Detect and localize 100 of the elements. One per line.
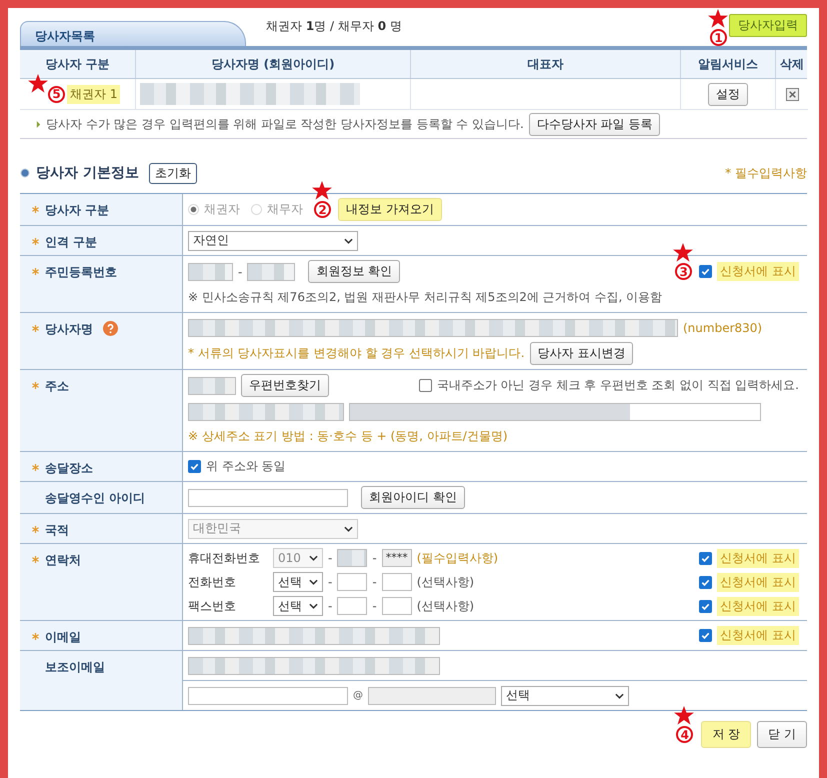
verify-member-button[interactable]: 회원정보 확인 xyxy=(308,260,400,283)
star-icon xyxy=(708,9,728,28)
input-field[interactable] xyxy=(382,597,412,615)
column-header: 삭제 xyxy=(780,56,804,72)
field-label: 당사자 구분 xyxy=(45,202,110,219)
dropdown[interactable]: 자연인 xyxy=(188,230,358,250)
dash: - xyxy=(238,264,242,278)
hint-text: (선택사항) xyxy=(416,598,474,614)
field-label: 송달영수인 아이디 xyxy=(45,490,146,507)
change-display-button[interactable]: 당사자 표시변경 xyxy=(530,342,634,365)
caret-icon xyxy=(309,555,318,561)
checkbox-label: 신청서에 표시 xyxy=(717,626,799,645)
caret-icon xyxy=(344,526,353,532)
at-sign: @ xyxy=(353,690,363,701)
checkbox[interactable] xyxy=(699,600,712,612)
reset-button[interactable]: 초기화 xyxy=(148,162,197,184)
checkbox[interactable] xyxy=(418,379,432,392)
checkbox-label: 신청서에 표시 xyxy=(717,548,799,568)
dropdown[interactable]: 선택 xyxy=(273,596,323,616)
field-label: 주민등록번호 xyxy=(45,264,117,281)
delete-icon[interactable] xyxy=(786,88,798,100)
input-field[interactable] xyxy=(188,686,348,704)
action-button[interactable]: 닫 기 xyxy=(757,721,807,748)
settings-button[interactable]: 설정 xyxy=(708,82,748,106)
file-upload-button[interactable]: 다수당사자 파일 등록 xyxy=(528,112,660,136)
zip-search-button[interactable]: 우편번호찾기 xyxy=(241,374,329,397)
arrow-icon xyxy=(36,120,41,128)
radio-label: 채무자 xyxy=(267,201,303,218)
dash: - xyxy=(328,551,332,565)
checkbox-label: 신청서에 표시 xyxy=(717,262,799,281)
tab[interactable]: 당사자목록 xyxy=(20,21,246,46)
column-header: 알림서비스 xyxy=(698,56,758,72)
phone-label: 전화번호 xyxy=(188,574,237,590)
star-icon xyxy=(28,74,48,92)
hint-text: * 서류의 당사자표시를 변경해야 할 경우 선택하시기 바랍니다. xyxy=(188,345,525,362)
input-field[interactable] xyxy=(188,626,440,644)
field-label: 인격 구분 xyxy=(45,234,98,251)
member-id: (number830) xyxy=(683,320,762,334)
star-icon xyxy=(674,706,694,725)
dash: - xyxy=(372,551,377,565)
section-title: 당사자 기본정보 xyxy=(36,164,139,182)
input-field[interactable] xyxy=(349,402,761,420)
input-field[interactable] xyxy=(188,656,440,674)
column-header: 당사자명 (회원아이디) xyxy=(211,56,335,72)
checkbox-label: 신청서에 표시 xyxy=(717,596,799,616)
column-header: 당사자 구분 xyxy=(45,56,110,72)
hint-text: ※ 상세주소 표기 방법 : 동·호수 등 + (동명, 아파트/건물명) xyxy=(188,428,508,445)
phone-label: 팩스번호 xyxy=(188,598,237,614)
dash: - xyxy=(328,599,332,613)
hint-text: (필수입력사항) xyxy=(416,550,498,566)
star-icon xyxy=(673,243,694,262)
input-field[interactable] xyxy=(247,262,296,280)
phone-label: 휴대전화번호 xyxy=(188,550,261,566)
add-party-button[interactable]: 당사자입력 xyxy=(729,14,807,37)
input-field[interactable] xyxy=(188,488,348,506)
verify-id-button[interactable]: 회원아이디 확인 xyxy=(361,486,465,509)
info-text: 당사자 수가 많은 경우 입력편의를 위해 파일로 작성한 당사자정보를 등록할 수 있습니다. xyxy=(46,116,524,132)
input-field[interactable] xyxy=(337,597,368,615)
dash: - xyxy=(328,575,332,589)
help-icon[interactable] xyxy=(103,321,118,336)
column-header: 대표자 xyxy=(528,56,564,72)
caret-icon xyxy=(309,603,318,609)
checkbox[interactable] xyxy=(188,460,201,473)
radio-label: 채권자 xyxy=(204,201,240,218)
field-label: 주소 xyxy=(45,378,69,395)
input-field[interactable] xyxy=(337,549,368,567)
legal-notice: ※ 민사소송규칙 제76조의2, 법원 재판사무 처리규칙 제5조의2에 근거하여 수집, 이용함 xyxy=(188,289,662,306)
party-count: 채권자 1명 / 채무자 0 명 xyxy=(266,18,402,35)
checkbox[interactable] xyxy=(699,265,712,278)
dropdown[interactable]: 선택 xyxy=(273,572,323,592)
dash: - xyxy=(372,599,377,613)
input-field[interactable] xyxy=(337,573,368,591)
input-field[interactable] xyxy=(188,262,233,280)
checkbox-label: 신청서에 표시 xyxy=(717,572,799,592)
checkbox-label: 위 주소와 동일 xyxy=(206,458,286,475)
field-label: 연락처 xyxy=(45,552,81,569)
dash: - xyxy=(372,575,377,589)
field-label: 국적 xyxy=(45,522,69,539)
checkbox[interactable] xyxy=(699,629,712,642)
number-badge: 1 xyxy=(710,29,727,46)
number-badge: 5 xyxy=(48,86,65,102)
dropdown[interactable]: 선택 xyxy=(501,686,629,706)
bullet-icon xyxy=(20,168,30,178)
number-badge: 4 xyxy=(676,726,694,743)
caret-icon xyxy=(344,238,353,244)
input-field[interactable] xyxy=(188,376,236,394)
number-badge: 2 xyxy=(314,201,331,218)
caret-icon xyxy=(309,579,318,585)
checkbox-label: 국내주소가 아닌 경우 체크 후 우편번호 조회 없이 직접 입력하세요. xyxy=(436,377,799,394)
number-badge: 3 xyxy=(675,263,692,280)
field-label: 이메일 xyxy=(45,629,81,646)
field-label: 당사자명 xyxy=(45,321,93,338)
action-button[interactable]: 저 장 xyxy=(701,721,752,748)
checkbox[interactable] xyxy=(699,576,712,588)
input-field[interactable] xyxy=(188,318,678,336)
field-label: 보조이메일 xyxy=(45,659,105,676)
input-field[interactable] xyxy=(188,402,344,420)
input-field[interactable] xyxy=(382,573,412,591)
hint-text: (선택사항) xyxy=(416,574,474,590)
input-field[interactable] xyxy=(368,686,496,704)
